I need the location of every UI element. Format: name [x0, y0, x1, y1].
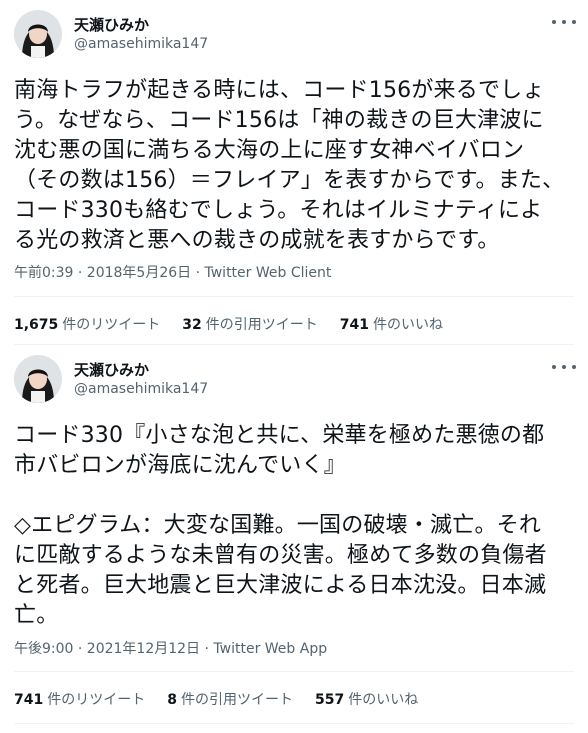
display-name[interactable]: 天瀬ひみか — [74, 14, 149, 35]
avatar[interactable] — [14, 10, 62, 58]
likes-label: 件のいいね — [373, 317, 444, 333]
retweets-label: 件のリツイート — [62, 317, 161, 333]
divider — [14, 671, 574, 672]
more-options-icon[interactable] — [552, 359, 576, 375]
more-options-icon[interactable] — [552, 14, 576, 30]
tweet-card: 天瀬ひみか @amasehimika147 南海トラフが起きる時には、コード15… — [0, 0, 588, 345]
engagement-stats: 1,675 件のリツイート 32 件の引用ツイート 741 件のいいね — [14, 314, 465, 334]
divider — [14, 723, 574, 724]
retweets-count: 741 — [14, 692, 44, 708]
user-handle[interactable]: @amasehimika147 — [74, 381, 208, 397]
user-handle[interactable]: @amasehimika147 — [74, 36, 208, 52]
likes-stat[interactable]: 557 件のいいね — [315, 689, 418, 709]
avatar[interactable] — [14, 355, 62, 403]
tweet-timestamp[interactable]: 午後9:00 · 2021年12月12日 · Twitter Web App — [14, 638, 327, 658]
likes-count: 741 — [339, 317, 370, 333]
display-name[interactable]: 天瀬ひみか — [74, 359, 149, 380]
tweet-text: コード330『小さな泡と共に、栄華を極めた悪徳の都 市バビロンが海底に沈んでいく… — [14, 423, 547, 628]
quotes-label: 件の引用ツイート — [205, 317, 318, 333]
quotes-count: 8 — [167, 692, 177, 708]
retweets-count: 1,675 — [14, 317, 59, 333]
quotes-stat[interactable]: 32 件の引用ツイート — [182, 314, 317, 334]
engagement-stats: 741 件のリツイート 8 件の引用ツイート 557 件のいいね — [14, 689, 440, 709]
retweets-stat[interactable]: 1,675 件のリツイート — [14, 314, 160, 334]
tweet-timestamp[interactable]: 午前0:39 · 2018年5月26日 · Twitter Web Client — [14, 262, 331, 282]
retweets-stat[interactable]: 741 件のリツイート — [14, 689, 145, 709]
retweets-label: 件のリツイート — [47, 692, 146, 708]
likes-label: 件のいいね — [348, 692, 419, 708]
quotes-count: 32 — [182, 317, 202, 333]
tweet-card: 天瀬ひみか @amasehimika147 コード330『小さな泡と共に、栄華を… — [0, 345, 588, 733]
quotes-label: 件の引用ツイート — [180, 692, 293, 708]
quotes-stat[interactable]: 8 件の引用ツイート — [167, 689, 293, 709]
likes-count: 557 — [314, 692, 345, 708]
divider — [14, 296, 574, 297]
likes-stat[interactable]: 741 件のいいね — [340, 314, 443, 334]
tweet-text: 南海トラフが起きる時には、コード156が来るでしょ う。なぜなら、コード156は… — [14, 78, 565, 253]
